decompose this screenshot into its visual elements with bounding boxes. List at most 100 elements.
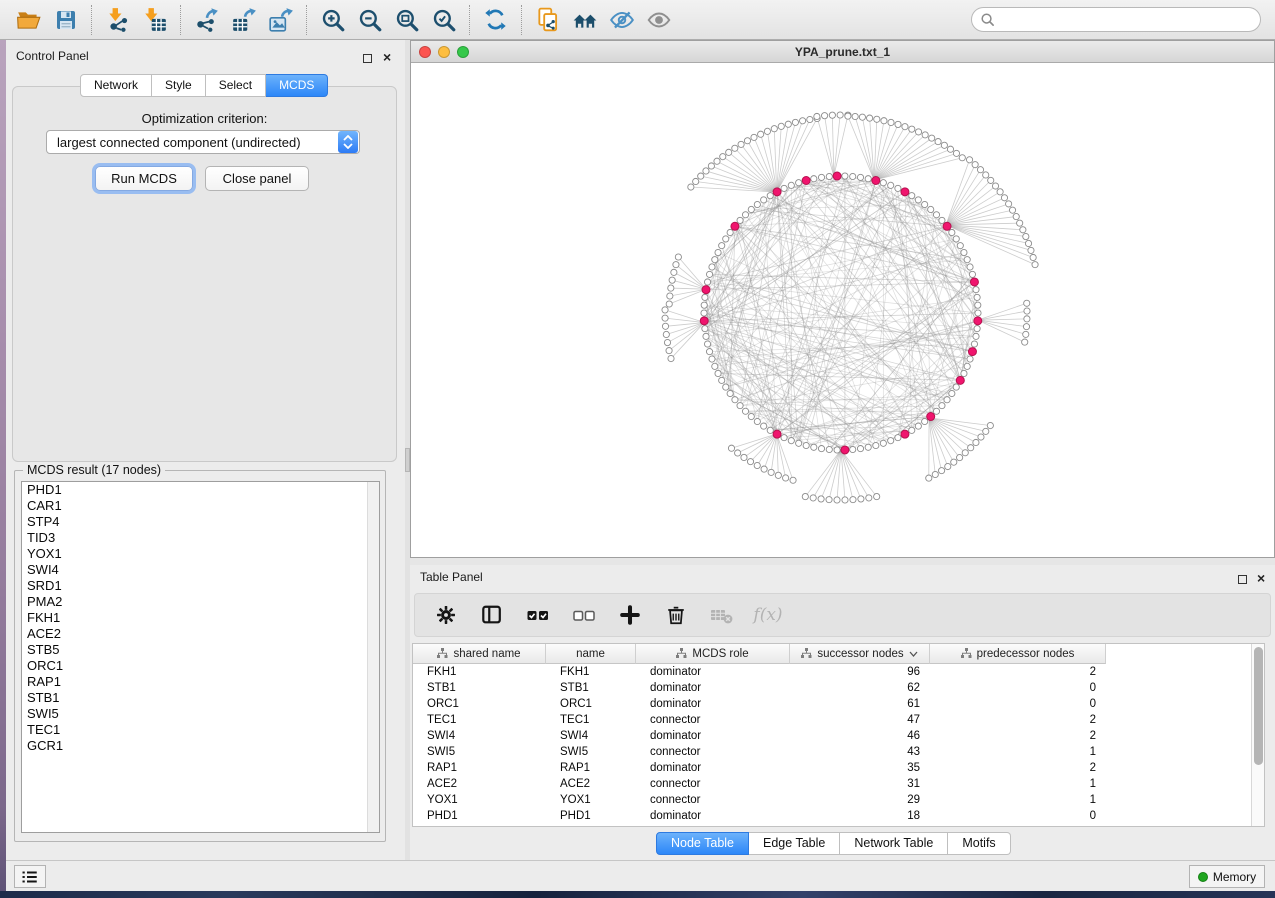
- table-cell[interactable]: SWI5: [413, 744, 546, 760]
- mcds-result-item[interactable]: FKH1: [22, 610, 379, 626]
- table-cell[interactable]: TEC1: [413, 712, 546, 728]
- show-log-button[interactable]: [14, 865, 46, 888]
- refresh-layout-button[interactable]: [477, 3, 514, 37]
- fit-content-button[interactable]: [388, 3, 425, 37]
- tab-select[interactable]: Select: [206, 74, 266, 97]
- function-builder-button[interactable]: f(x): [753, 600, 783, 630]
- table-row[interactable]: SWI5SWI5connector431: [413, 744, 1106, 760]
- column-header-MCDS-role[interactable]: MCDS role: [636, 644, 790, 664]
- table-row[interactable]: YOX1YOX1connector291: [413, 792, 1106, 808]
- tab-style[interactable]: Style: [152, 74, 206, 97]
- table-cell[interactable]: dominator: [636, 728, 790, 744]
- mcds-node[interactable]: [943, 222, 951, 230]
- table-cell[interactable]: FKH1: [546, 664, 636, 680]
- mcds-result-item[interactable]: ORC1: [22, 658, 379, 674]
- mcds-result-item[interactable]: YOX1: [22, 546, 379, 562]
- zoom-in-button[interactable]: [314, 3, 351, 37]
- table-tab-edge-table[interactable]: Edge Table: [749, 832, 840, 855]
- table-cell[interactable]: 96: [790, 664, 930, 680]
- select-all-columns-button[interactable]: [523, 600, 553, 630]
- mcds-result-list[interactable]: PHD1CAR1STP4TID3YOX1SWI4SRD1PMA2FKH1ACE2…: [21, 481, 380, 833]
- table-row[interactable]: FKH1FKH1dominator962: [413, 664, 1106, 680]
- mcds-node[interactable]: [702, 286, 710, 294]
- table-cell[interactable]: PHD1: [546, 808, 636, 824]
- mcds-node[interactable]: [833, 172, 841, 180]
- import-table-button[interactable]: [136, 3, 173, 37]
- table-cell[interactable]: connector: [636, 744, 790, 760]
- delete-column-button[interactable]: [661, 600, 691, 630]
- table-cell[interactable]: 1: [930, 792, 1106, 808]
- mcds-list-scrollbar[interactable]: [367, 482, 379, 832]
- table-cell[interactable]: connector: [636, 776, 790, 792]
- table-cell[interactable]: SWI4: [413, 728, 546, 744]
- table-row[interactable]: ACE2ACE2connector311: [413, 776, 1106, 792]
- show-all-button[interactable]: [640, 3, 677, 37]
- table-cell[interactable]: ORC1: [413, 696, 546, 712]
- table-cell[interactable]: YOX1: [546, 792, 636, 808]
- mcds-result-item[interactable]: ACE2: [22, 626, 379, 642]
- network-canvas[interactable]: [411, 63, 1274, 557]
- mcds-node[interactable]: [974, 317, 982, 325]
- table-cell[interactable]: 0: [930, 808, 1106, 824]
- table-cell[interactable]: RAP1: [546, 760, 636, 776]
- import-network-button[interactable]: [99, 3, 136, 37]
- mcds-node[interactable]: [901, 430, 909, 438]
- mcds-result-item[interactable]: RAP1: [22, 674, 379, 690]
- table-cell[interactable]: dominator: [636, 808, 790, 824]
- table-cell[interactable]: RAP1: [413, 760, 546, 776]
- table-cell[interactable]: 35: [790, 760, 930, 776]
- table-tab-motifs[interactable]: Motifs: [948, 832, 1010, 855]
- control-panel-close-button[interactable]: ×: [383, 51, 391, 65]
- mcds-node[interactable]: [872, 177, 880, 185]
- mcds-node[interactable]: [927, 413, 935, 421]
- table-row[interactable]: SWI4SWI4dominator462: [413, 728, 1106, 744]
- table-cell[interactable]: SWI4: [546, 728, 636, 744]
- run-mcds-button[interactable]: Run MCDS: [95, 166, 193, 191]
- table-cell[interactable]: connector: [636, 792, 790, 808]
- table-cell[interactable]: dominator: [636, 696, 790, 712]
- table-cell[interactable]: TEC1: [546, 712, 636, 728]
- table-cell[interactable]: ORC1: [546, 696, 636, 712]
- horizontal-splitter[interactable]: [410, 558, 1275, 565]
- control-panel-float-button[interactable]: [363, 52, 372, 66]
- table-cell[interactable]: STB1: [413, 680, 546, 696]
- table-cell[interactable]: connector: [636, 712, 790, 728]
- criterion-select[interactable]: largest connected component (undirected): [46, 130, 360, 154]
- table-cell[interactable]: 2: [930, 728, 1106, 744]
- table-cell[interactable]: FKH1: [413, 664, 546, 680]
- table-row[interactable]: TEC1TEC1connector472: [413, 712, 1106, 728]
- column-header-predecessor-nodes[interactable]: predecessor nodes: [930, 644, 1106, 664]
- table-row[interactable]: ORC1ORC1dominator610: [413, 696, 1106, 712]
- mcds-node[interactable]: [773, 188, 781, 196]
- delete-table-button[interactable]: [707, 600, 737, 630]
- table-cell[interactable]: SWI5: [546, 744, 636, 760]
- mcds-result-item[interactable]: TID3: [22, 530, 379, 546]
- table-cell[interactable]: 47: [790, 712, 930, 728]
- mcds-result-item[interactable]: TEC1: [22, 722, 379, 738]
- close-panel-button[interactable]: Close panel: [205, 166, 309, 191]
- table-scrollbar-thumb[interactable]: [1254, 647, 1263, 765]
- mcds-node[interactable]: [956, 376, 964, 384]
- table-cell[interactable]: 46: [790, 728, 930, 744]
- table-cell[interactable]: ACE2: [413, 776, 546, 792]
- table-cell[interactable]: ACE2: [546, 776, 636, 792]
- save-session-button[interactable]: [47, 3, 84, 37]
- table-row[interactable]: STB1STB1dominator620: [413, 680, 1106, 696]
- mcds-result-item[interactable]: STP4: [22, 514, 379, 530]
- table-cell[interactable]: 43: [790, 744, 930, 760]
- mcds-node[interactable]: [773, 430, 781, 438]
- column-header-shared-name[interactable]: shared name: [413, 644, 546, 664]
- tab-network[interactable]: Network: [80, 74, 152, 97]
- mcds-result-item[interactable]: GCR1: [22, 738, 379, 754]
- mcds-result-item[interactable]: STB5: [22, 642, 379, 658]
- table-cell[interactable]: 1: [930, 744, 1106, 760]
- mcds-result-item[interactable]: PMA2: [22, 594, 379, 610]
- export-image-button[interactable]: [262, 3, 299, 37]
- table-cell[interactable]: 18: [790, 808, 930, 824]
- mcds-result-item[interactable]: SWI5: [22, 706, 379, 722]
- network-search-box[interactable]: [971, 7, 1261, 32]
- table-panel-float-button[interactable]: [1238, 573, 1247, 587]
- add-column-button[interactable]: [615, 600, 645, 630]
- mcds-node[interactable]: [700, 317, 708, 325]
- mcds-node[interactable]: [901, 188, 909, 196]
